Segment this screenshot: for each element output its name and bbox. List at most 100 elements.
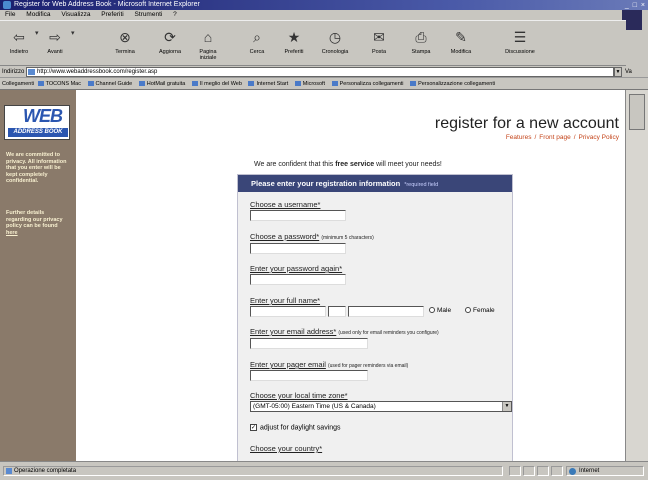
menu-preferiti[interactable]: Preferiti [101, 11, 123, 18]
discuss-icon: ☰ [513, 29, 527, 45]
male-radio[interactable]: Male [429, 307, 451, 314]
link-item[interactable]: Internet Start [248, 81, 288, 87]
home-icon: ⌂ [203, 29, 213, 45]
password-again-input[interactable] [250, 274, 346, 285]
privacy-policy-link[interactable]: Privacy Policy [579, 134, 619, 141]
link-item[interactable]: Channel Guide [88, 81, 133, 87]
forward-button[interactable]: ⇨ Avanti [40, 25, 70, 63]
link-item[interactable]: Personalizzazione collegamenti [410, 81, 495, 87]
timezone-select[interactable]: (GMT-05:00) Eastern Time (US & Canada) ▼ [250, 401, 512, 412]
window-title: Register for Web Address Book - Microsof… [14, 1, 200, 8]
favorites-icon: ★ [287, 29, 301, 45]
status-cell [523, 466, 535, 476]
forward-dropdown-icon[interactable]: ▾ [71, 29, 75, 59]
menu-modifica[interactable]: Modifica [26, 11, 50, 18]
link-item[interactable]: Personalizza collegamenti [332, 81, 404, 87]
left-sidebar: WEB ADDRESS BOOK We are committed to pri… [0, 90, 76, 461]
edit-button[interactable]: ✎ Modifica [446, 25, 476, 63]
female-radio[interactable]: Female [465, 307, 495, 314]
address-input[interactable]: http://www.webaddressbook.com/register.a… [26, 67, 614, 77]
menu-bar: File Modifica Visualizza Preferiti Strum… [0, 10, 648, 30]
privacy-here-link[interactable]: here [6, 230, 18, 236]
forward-arrow-icon: ⇨ [49, 29, 61, 45]
privacy-commitment-text: We are committed to privacy. All informa… [6, 152, 67, 184]
form-header: Please enter your registration informati… [238, 175, 512, 192]
stop-button[interactable]: ⊗ Termina [110, 25, 140, 63]
toolbar: ⇦ Indietro ▾ ⇨ Avanti ▾ ⊗ Termina ⟳ Aggiorna… [0, 20, 626, 66]
status-bar: Operazione completata Internet [0, 461, 648, 480]
mail-icon: ✉ [373, 29, 385, 45]
last-name-input[interactable] [348, 306, 424, 317]
link-item[interactable]: Il meglio del Web [192, 81, 242, 87]
home-button[interactable]: ⌂ Pagina iniziale [193, 25, 223, 63]
email-label: Enter your email address* (used only for… [250, 327, 439, 336]
go-button[interactable]: Va [625, 66, 632, 78]
globe-icon [569, 468, 576, 475]
username-input[interactable] [250, 210, 346, 221]
password-again-label: Enter your password again* [250, 264, 343, 273]
page-viewport: WEB ADDRESS BOOK We are committed to pri… [0, 90, 625, 461]
title-bar: Register for Web Address Book - Microsof… [0, 0, 648, 10]
username-label: Choose a username* [250, 200, 321, 209]
status-cell [551, 466, 563, 476]
print-button[interactable]: ⎙ Stampa [406, 25, 436, 63]
radio-icon [429, 307, 435, 314]
site-logo[interactable]: WEB ADDRESS BOOK [4, 105, 70, 140]
links-label: Collegamenti [2, 81, 35, 87]
back-arrow-icon: ⇦ [13, 29, 25, 45]
security-zone: Internet [566, 466, 644, 476]
search-button[interactable]: ⌕ Cerca [242, 25, 272, 63]
registration-form: Please enter your registration informati… [237, 174, 513, 461]
fullname-label: Enter your full name* [250, 296, 321, 305]
header-links: Features / Front page / Privacy Policy [505, 134, 619, 141]
refresh-button[interactable]: ⟳ Aggiorna [155, 25, 185, 63]
discuss-button[interactable]: ☰ Discussione [500, 25, 540, 63]
logo-sub-text: ADDRESS BOOK [8, 128, 68, 137]
print-icon: ⎙ [415, 29, 427, 45]
mail-button[interactable]: ✉ Posta [364, 25, 394, 63]
vertical-scrollbar[interactable] [625, 90, 648, 461]
page-icon [28, 69, 35, 75]
dst-checkbox[interactable]: ✓ adjust for daylight savings [250, 424, 341, 431]
edit-icon: ✎ [455, 29, 467, 45]
address-dropdown-icon[interactable]: ▼ [614, 67, 622, 77]
search-icon: ⌕ [253, 29, 261, 45]
privacy-details-text: Further details regarding our privacy po… [6, 210, 63, 236]
email-input[interactable] [250, 338, 368, 349]
status-text: Operazione completata [3, 466, 503, 476]
middle-initial-input[interactable] [328, 306, 346, 317]
menu-visualizza[interactable]: Visualizza [61, 11, 90, 18]
link-item[interactable]: Microsoft [295, 81, 325, 87]
back-dropdown-icon[interactable]: ▾ [35, 29, 39, 59]
features-link[interactable]: Features [506, 134, 532, 141]
front-page-link[interactable]: Front page [539, 134, 570, 141]
stop-icon: ⊗ [119, 29, 131, 45]
country-label: Choose your country* [250, 444, 323, 453]
menu-help[interactable]: ? [173, 11, 177, 18]
menu-file[interactable]: File [5, 11, 15, 18]
timezone-label: Choose your local time zone* [250, 391, 348, 400]
checkbox-check-icon: ✓ [250, 424, 257, 431]
ie-logo-icon [3, 1, 11, 9]
favorites-button[interactable]: ★ Preferiti [279, 25, 309, 63]
history-button[interactable]: ◷ Cronologia [320, 25, 350, 63]
radio-icon [465, 307, 471, 314]
first-name-input[interactable] [250, 306, 326, 317]
refresh-icon: ⟳ [164, 29, 176, 45]
address-bar: Indirizzo http://www.webaddressbook.com/… [0, 66, 648, 78]
links-bar: Collegamenti TOCONS Mac Channel Guide Ho… [0, 78, 648, 90]
scrollbar-thumb[interactable] [629, 94, 645, 130]
pager-label: Enter your pager email (used for pager r… [250, 360, 409, 369]
pager-input[interactable] [250, 370, 368, 381]
intro-text: We are confident that this free service … [254, 161, 442, 168]
page-header: register for a new account Features / Fron… [435, 115, 619, 141]
link-item[interactable]: HotMail gratuita [139, 81, 186, 87]
address-url: http://www.webaddressbook.com/register.a… [37, 69, 158, 75]
back-button[interactable]: ⇦ Indietro [4, 25, 34, 63]
chevron-down-icon[interactable]: ▼ [502, 402, 511, 411]
link-item[interactable]: TOCONS Mac [38, 81, 81, 87]
menu-strumenti[interactable]: Strumenti [135, 11, 163, 18]
password-input[interactable] [250, 243, 346, 254]
password-label: Choose a password* (minimum 5 characters… [250, 232, 374, 241]
address-label: Indirizzo [2, 69, 25, 75]
